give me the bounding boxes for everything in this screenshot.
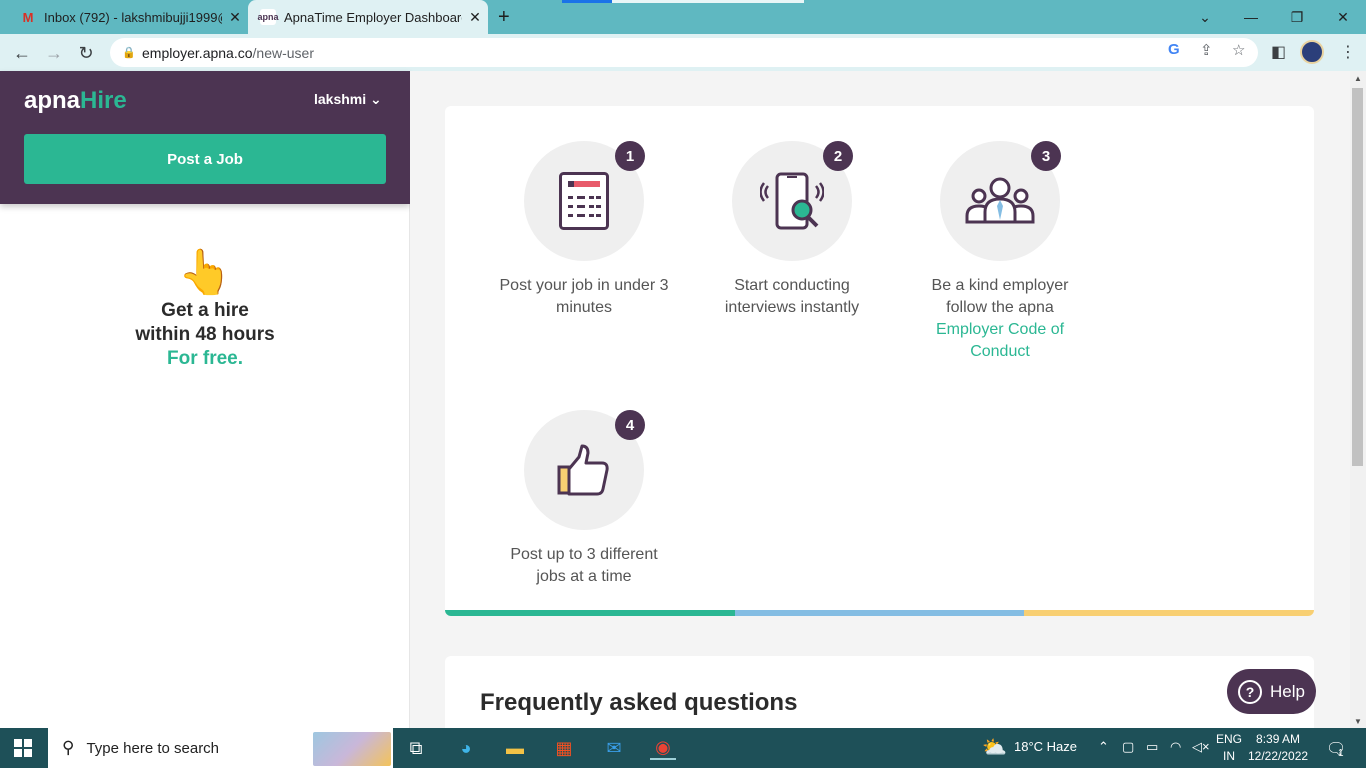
help-button[interactable]: ? Help <box>1227 669 1316 714</box>
close-window-icon[interactable]: ✕ <box>1320 0 1366 34</box>
gmail-icon: M <box>22 9 34 25</box>
file-explorer-icon[interactable]: ▬ <box>502 736 528 760</box>
url-host: employer.apna.co <box>142 44 253 61</box>
taskbar-search[interactable]: ⚲ Type here to search <box>48 728 393 768</box>
volume-muted-icon[interactable]: ◁× <box>1192 739 1210 755</box>
people-icon <box>965 177 1035 224</box>
menu-icon[interactable]: ⋮ <box>1340 42 1356 62</box>
employer-code-of-conduct-link[interactable]: Employer Code of Conduct <box>910 319 1090 363</box>
step-text: Be a kind employer follow the apna <box>931 277 1069 316</box>
post-job-button[interactable]: Post a Job <box>24 134 386 184</box>
close-tab-icon[interactable]: ✕ <box>222 9 248 26</box>
wifi-icon[interactable]: ◠ <box>1170 739 1181 755</box>
apna-icon: apna <box>258 9 279 25</box>
tab-title: Inbox (792) - lakshmibujji1999@g <box>44 9 222 25</box>
page: apnaHire lakshmi ⌄ Post a Job 👆 Get a hi… <box>0 71 1366 736</box>
step-number: 1 <box>615 141 645 171</box>
faq-card: Frequently asked questions <box>445 656 1314 736</box>
share-icon[interactable]: ⇪ <box>1200 41 1213 59</box>
phone-search-icon <box>760 172 824 230</box>
battery-icon[interactable]: ▭ <box>1146 739 1158 755</box>
browser-toolbar: ← → ↻ 🔒 employer.apna.co/new-user G ⇪ ☆ … <box>0 34 1366 71</box>
browser-tab-bar: M Inbox (792) - lakshmibujji1999@g ✕ apn… <box>0 0 1366 34</box>
step-1: 1 Post your job in under 3 minutes <box>494 141 674 319</box>
restore-icon[interactable]: ❐ <box>1274 0 1320 34</box>
main-content: 1 Post your job in under 3 minutes 2 Sta… <box>410 71 1350 736</box>
step-text: Start conducting interviews instantly <box>724 277 860 316</box>
question-icon: ? <box>1238 679 1263 704</box>
weather-icon[interactable]: ⛅ <box>982 735 1007 760</box>
sidebar: apnaHire lakshmi ⌄ Post a Job 👆 Get a hi… <box>0 71 410 728</box>
store-icon[interactable]: ▦ <box>551 736 577 760</box>
user-menu[interactable]: lakshmi ⌄ <box>314 91 382 108</box>
clock[interactable]: 8:39 AM 12/22/2022 <box>1248 731 1308 765</box>
scroll-up-icon[interactable]: ▲ <box>1354 74 1362 83</box>
tray-chevron-icon[interactable]: ⌃ <box>1098 739 1109 755</box>
language-indicator[interactable]: ENG IN <box>1216 731 1242 765</box>
step-number: 3 <box>1031 141 1061 171</box>
tab-gmail[interactable]: M Inbox (792) - lakshmibujji1999@g ✕ <box>10 0 248 34</box>
page-scrollbar[interactable]: ▲ ▼ <box>1350 71 1366 728</box>
profile-avatar[interactable] <box>1300 40 1324 64</box>
close-tab-icon[interactable]: ✕ <box>462 9 488 26</box>
tab-title: ApnaTime Employer Dashboard <box>284 9 462 25</box>
step-3: 3 Be a kind employer follow the apna Emp… <box>910 141 1090 363</box>
step-text: Post your job in under 3 minutes <box>499 277 669 316</box>
windows-start-icon[interactable] <box>14 739 32 757</box>
google-icon[interactable]: G <box>1168 41 1180 58</box>
scroll-thumb[interactable] <box>1352 88 1363 466</box>
new-tab-button[interactable]: + <box>498 6 510 29</box>
lock-icon: 🔒 <box>122 47 136 59</box>
promo-block: 👆 Get a hire within 48 hours For free. <box>0 247 410 371</box>
chevron-down-icon: ⌄ <box>370 91 382 107</box>
meet-icon[interactable]: ▢ <box>1122 739 1134 755</box>
document-icon <box>559 172 609 230</box>
step-2: 2 Start conducting interviews instantly <box>702 141 882 319</box>
faq-title: Frequently asked questions <box>480 689 798 716</box>
steps-card: 1 Post your job in under 3 minutes 2 Sta… <box>445 106 1314 616</box>
pointing-hand-icon: 👆 <box>177 248 233 297</box>
reload-icon[interactable]: ↻ <box>73 40 99 66</box>
promo-free: For free. <box>166 348 244 369</box>
promo-line: within 48 hours <box>135 324 275 345</box>
search-placeholder: Type here to search <box>86 739 220 757</box>
bookmark-star-icon[interactable]: ☆ <box>1232 41 1245 59</box>
sidebar-header: apnaHire lakshmi ⌄ Post a Job <box>0 71 410 204</box>
notification-count: 1 <box>1338 748 1344 759</box>
help-label: Help <box>1270 681 1305 701</box>
loading-strip <box>562 0 804 3</box>
back-icon[interactable]: ← <box>9 40 35 66</box>
scroll-down-icon[interactable]: ▼ <box>1354 717 1362 726</box>
edge-icon[interactable]: ◕ <box>453 736 479 760</box>
user-name: lakshmi <box>314 91 367 107</box>
forward-icon[interactable]: → <box>41 40 67 66</box>
address-bar[interactable]: 🔒 employer.apna.co/new-user <box>110 38 1258 67</box>
step-number: 2 <box>823 141 853 171</box>
tab-apna-dashboard[interactable]: apna ApnaTime Employer Dashboard ✕ <box>248 0 488 34</box>
side-panel-icon[interactable]: ◧ <box>1271 42 1286 62</box>
step-number: 4 <box>615 410 645 440</box>
step-text: Post up to 3 different jobs at a time <box>510 546 658 585</box>
time: 8:39 AM <box>1256 732 1301 746</box>
mail-icon[interactable]: ✉ <box>601 736 627 760</box>
step-4: 4 Post up to 3 different jobs at a time <box>494 410 674 588</box>
date: 12/22/2022 <box>1248 749 1309 763</box>
url-path: /new-user <box>252 44 314 61</box>
task-view-icon[interactable]: ⧉ <box>403 736 429 760</box>
promo-line: Get a hire <box>161 300 249 321</box>
weather-text[interactable]: 18°C Haze <box>1014 739 1077 754</box>
search-icon: ⚲ <box>62 738 75 757</box>
minimize-icon[interactable]: — <box>1228 0 1274 34</box>
apnahire-logo[interactable]: apnaHire <box>24 87 127 115</box>
thumbs-up-icon <box>557 444 609 496</box>
windows-taskbar: ⚲ Type here to search ⧉ ◕ ▬ ▦ ✉ ◉ ⛅ 18°C… <box>0 728 1366 768</box>
chrome-icon[interactable]: ◉ <box>650 736 676 760</box>
tab-search-icon[interactable]: ⌄ <box>1182 0 1228 34</box>
color-bars <box>445 610 1314 616</box>
search-highlight-image <box>313 732 391 766</box>
